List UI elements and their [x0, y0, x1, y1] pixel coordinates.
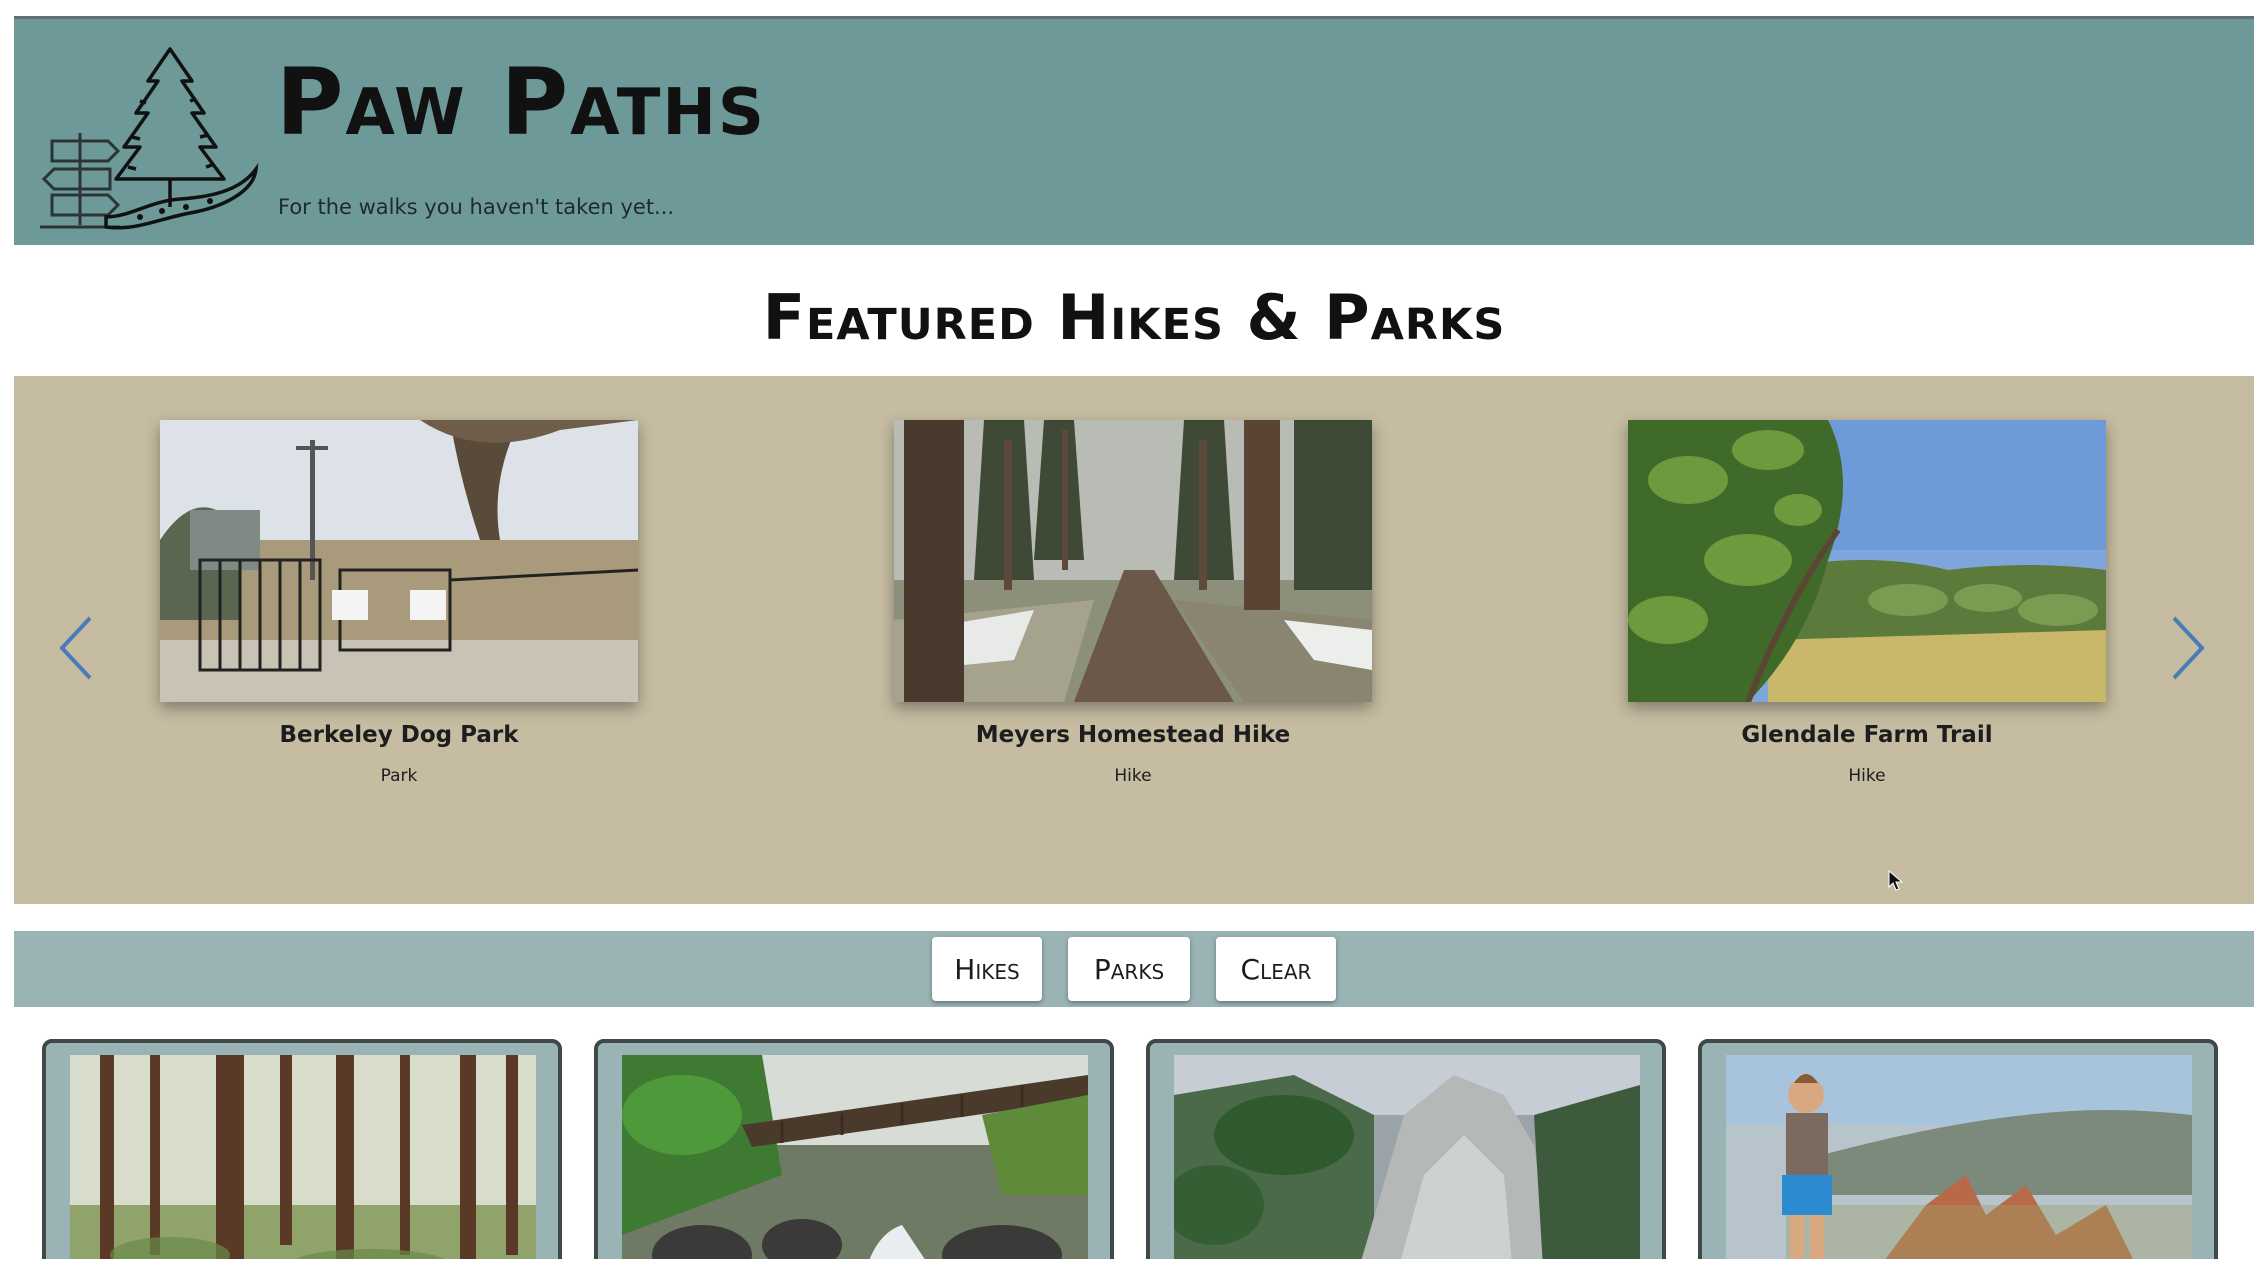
filter-bar: Hikes Parks Clear	[14, 931, 2254, 1007]
featured-heading: Featured Hikes & Parks	[762, 281, 1506, 354]
card-type: Hike	[1114, 766, 1152, 786]
rocky-canyon-photo[interactable]	[1174, 1055, 1640, 1259]
card-title[interactable]: Meyers Homestead Hike	[894, 722, 1372, 748]
chevron-right-icon	[2172, 616, 2205, 680]
forest-trail-photo[interactable]	[894, 420, 1372, 702]
trail-card[interactable]	[42, 1039, 562, 1259]
card-type: Hike	[1848, 766, 1886, 786]
trail-card[interactable]	[594, 1039, 1114, 1259]
meadow-photo[interactable]	[1628, 420, 2106, 702]
parks-filter-button[interactable]: Parks	[1068, 937, 1190, 1001]
featured-carousel: Berkeley Dog Park Park Meyers Homestead …	[14, 376, 2254, 904]
hikes-filter-button[interactable]: Hikes	[932, 937, 1042, 1001]
browser-viewport: Paw Paths For the walks you haven't take…	[14, 16, 2254, 1259]
pine-forest-photo[interactable]	[70, 1055, 536, 1259]
trail-logo-icon[interactable]	[40, 41, 280, 231]
featured-card[interactable]: Glendale Farm Trail Hike	[1628, 420, 2106, 786]
trail-card[interactable]	[1698, 1039, 2218, 1259]
carousel-prev-button[interactable]	[54, 608, 98, 688]
site-tagline: For the walks you haven't taken yet...	[278, 195, 675, 219]
site-header: Paw Paths For the walks you haven't take…	[14, 19, 2254, 245]
carousel-next-button[interactable]	[2166, 608, 2210, 688]
clear-filter-button[interactable]: Clear	[1216, 937, 1336, 1001]
card-title[interactable]: Glendale Farm Trail	[1628, 722, 2106, 748]
featured-card[interactable]: Berkeley Dog Park Park	[160, 420, 638, 786]
dog-park-photo[interactable]	[160, 420, 638, 702]
card-title[interactable]: Berkeley Dog Park	[160, 722, 638, 748]
site-title[interactable]: Paw Paths	[276, 57, 766, 149]
river-bridge-photo[interactable]	[622, 1055, 1088, 1259]
chevron-left-icon	[59, 616, 92, 680]
card-type: Park	[380, 766, 418, 786]
mouse-cursor-icon	[1888, 870, 1904, 891]
red-rocks-photo[interactable]	[1726, 1055, 2192, 1259]
featured-card[interactable]: Meyers Homestead Hike Hike	[894, 420, 1372, 786]
trail-card[interactable]	[1146, 1039, 1666, 1259]
